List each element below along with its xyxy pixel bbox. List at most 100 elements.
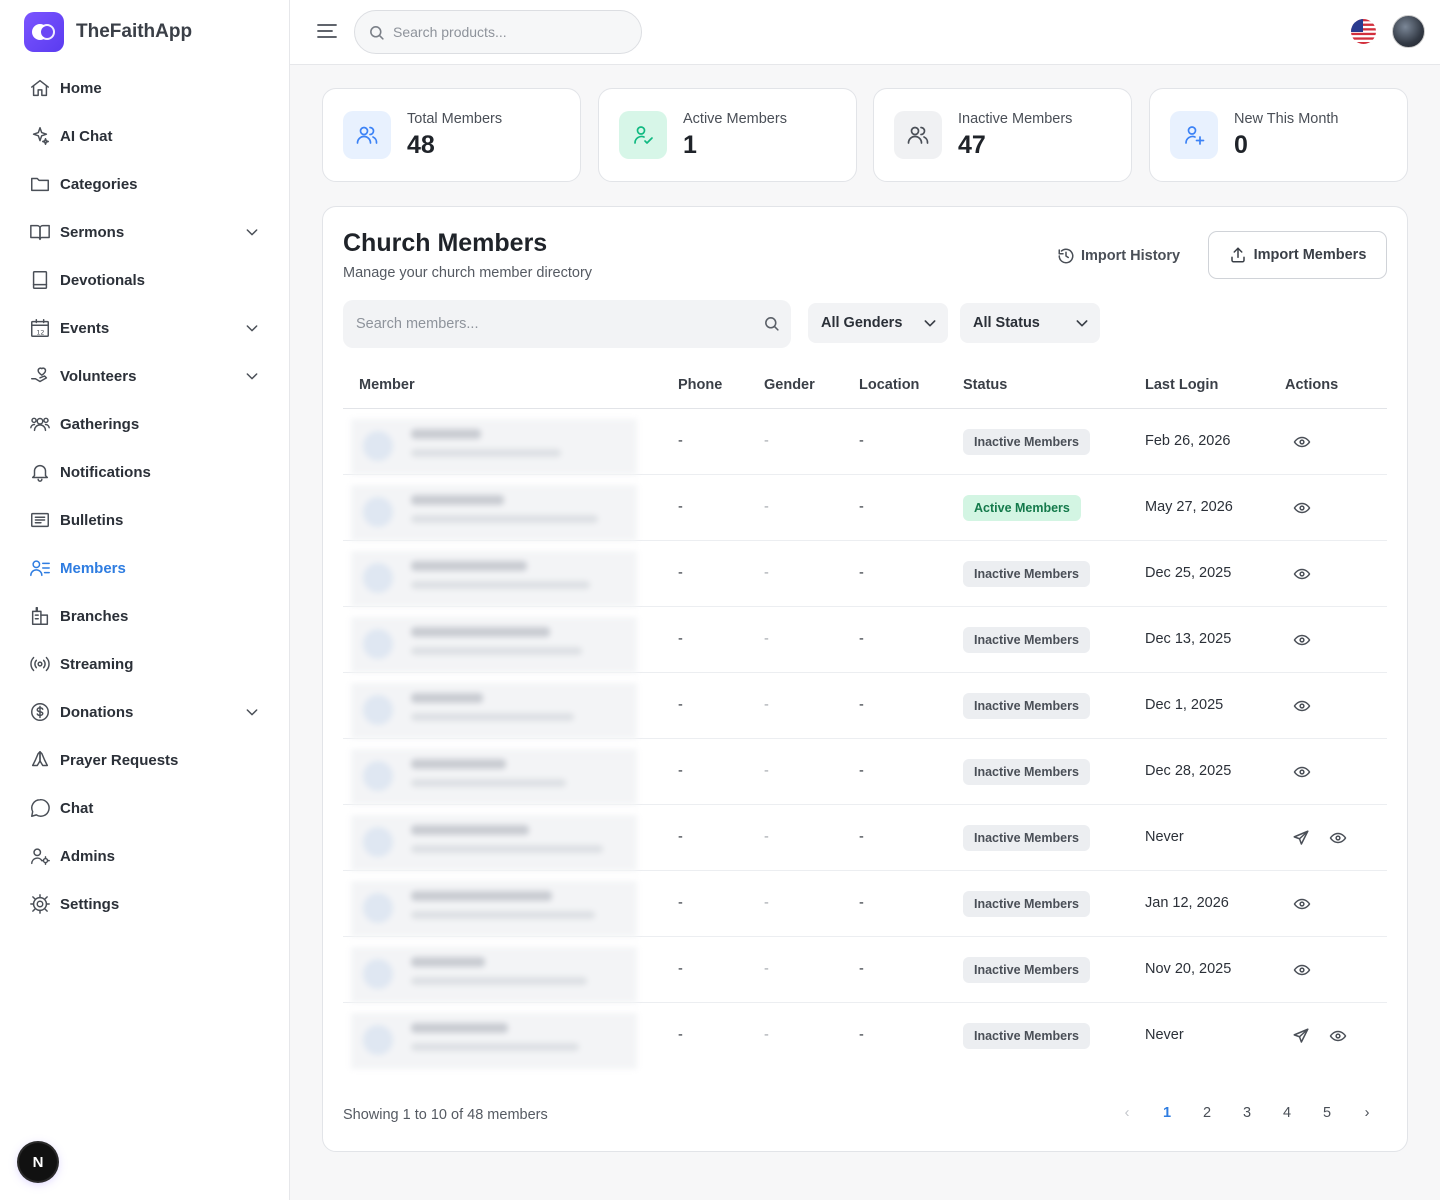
column-header-location[interactable]: Location: [859, 377, 919, 393]
dev-tools-badge[interactable]: N: [19, 1143, 57, 1181]
member-email-redacted: [411, 845, 603, 853]
sidebar-item-chat[interactable]: Chat: [16, 784, 274, 832]
sidebar-item-devotionals[interactable]: Devotionals: [16, 256, 274, 304]
sidebar-item-categories[interactable]: Categories: [16, 160, 274, 208]
member-name-redacted: [411, 891, 552, 901]
sidebar-item-label: Volunteers: [60, 367, 137, 385]
sidebar-item-donations[interactable]: Donations: [16, 688, 274, 736]
user-avatar[interactable]: [1392, 15, 1425, 48]
table-row[interactable]: - - - Inactive Members Feb 26, 2026: [343, 409, 1387, 475]
view-eye-icon[interactable]: [1293, 961, 1311, 979]
sidebar-item-notifications[interactable]: Notifications: [16, 448, 274, 496]
pagination-prev-button[interactable]: ‹: [1112, 1105, 1142, 1121]
status-filter-select[interactable]: All Status: [960, 303, 1100, 343]
gender-filter-select[interactable]: All Genders: [808, 303, 948, 343]
chevron-down-icon[interactable]: [244, 224, 260, 240]
sidebar-item-streaming[interactable]: Streaming: [16, 640, 274, 688]
sidebar-item-admins[interactable]: Admins: [16, 832, 274, 880]
product-search-input[interactable]: [393, 24, 623, 40]
member-search[interactable]: [343, 300, 791, 348]
column-header-status[interactable]: Status: [963, 377, 1007, 393]
sidebar-item-events[interactable]: 12 Events: [16, 304, 274, 352]
member-name-redacted: [411, 561, 527, 571]
table-row[interactable]: - - - Inactive Members Dec 13, 2025: [343, 607, 1387, 673]
table-row[interactable]: - - - Inactive Members Nov 20, 2025: [343, 937, 1387, 1003]
column-header-last-login[interactable]: Last Login: [1145, 377, 1218, 393]
member-cell-redacted[interactable]: [351, 683, 637, 739]
import-members-button[interactable]: Import Members: [1208, 231, 1387, 279]
table-row[interactable]: - - - Inactive Members Never: [343, 1003, 1387, 1069]
member-search-input[interactable]: [356, 316, 746, 332]
view-eye-icon[interactable]: [1293, 763, 1311, 781]
status-badge: Inactive Members: [963, 561, 1090, 587]
member-cell-redacted[interactable]: [351, 947, 637, 1003]
gear-icon: [28, 892, 52, 916]
chevron-down-icon[interactable]: [244, 320, 260, 336]
column-header-phone[interactable]: Phone: [678, 377, 722, 393]
sidebar-item-gatherings[interactable]: Gatherings: [16, 400, 274, 448]
chevron-down-icon[interactable]: [244, 704, 260, 720]
location-cell: -: [859, 631, 864, 647]
send-invite-icon[interactable]: [1292, 1027, 1310, 1045]
member-cell-redacted[interactable]: [351, 485, 637, 541]
view-eye-icon[interactable]: [1293, 499, 1311, 517]
members-table-body: - - - Inactive Members Feb 26, 2026 - - - Active…: [343, 409, 1387, 1069]
pagination-page-4[interactable]: 4: [1272, 1105, 1302, 1121]
member-avatar: [363, 959, 393, 989]
member-cell-redacted[interactable]: [351, 419, 637, 475]
sidebar-item-branches[interactable]: Branches: [16, 592, 274, 640]
view-eye-icon[interactable]: [1293, 631, 1311, 649]
sidebar-item-ai-chat[interactable]: AI Chat: [16, 112, 274, 160]
home-icon: [28, 76, 52, 100]
view-eye-icon[interactable]: [1329, 829, 1347, 847]
pagination-page-5[interactable]: 5: [1312, 1105, 1342, 1121]
view-eye-icon[interactable]: [1293, 433, 1311, 451]
pagination-page-3[interactable]: 3: [1232, 1105, 1262, 1121]
column-header-member[interactable]: Member: [359, 377, 415, 393]
sidebar-nav: Home AI Chat Categories Sermons Devotionals 1…: [16, 64, 274, 928]
column-header-gender[interactable]: Gender: [764, 377, 815, 393]
gender-filter-value: All Genders: [821, 315, 903, 331]
member-cell-redacted[interactable]: [351, 815, 637, 871]
phone-cell: -: [678, 697, 683, 713]
table-row[interactable]: - - - Inactive Members Jan 12, 2026: [343, 871, 1387, 937]
pagination-page-2[interactable]: 2: [1192, 1105, 1222, 1121]
member-cell-redacted[interactable]: [351, 749, 637, 805]
table-row[interactable]: - - - Active Members May 27, 2026: [343, 475, 1387, 541]
sidebar-item-prayer-requests[interactable]: Prayer Requests: [16, 736, 274, 784]
sidebar-item-label: Streaming: [60, 655, 134, 673]
sidebar-item-volunteers[interactable]: Volunteers: [16, 352, 274, 400]
view-eye-icon[interactable]: [1293, 697, 1311, 715]
search-icon[interactable]: [763, 315, 780, 332]
sidebar-item-home[interactable]: Home: [16, 64, 274, 112]
pagination-next-button[interactable]: ›: [1352, 1105, 1382, 1121]
import-history-button[interactable]: Import History: [1057, 244, 1180, 268]
view-eye-icon[interactable]: [1293, 565, 1311, 583]
member-cell-redacted[interactable]: [351, 1013, 637, 1069]
view-eye-icon[interactable]: [1329, 1027, 1347, 1045]
sidebar-item-bulletins[interactable]: Bulletins: [16, 496, 274, 544]
users-icon: [343, 111, 391, 159]
menu-toggle-icon[interactable]: [316, 20, 338, 42]
send-invite-icon[interactable]: [1292, 829, 1310, 847]
location-cell: -: [859, 961, 864, 977]
sidebar-item-sermons[interactable]: Sermons: [16, 208, 274, 256]
us-flag-icon[interactable]: [1351, 19, 1376, 44]
sidebar-item-settings[interactable]: Settings: [16, 880, 274, 928]
chevron-down-icon[interactable]: [244, 368, 260, 384]
brand[interactable]: TheFaithApp: [24, 12, 192, 52]
view-eye-icon[interactable]: [1293, 895, 1311, 913]
table-row[interactable]: - - - Inactive Members Dec 1, 2025: [343, 673, 1387, 739]
table-row[interactable]: - - - Inactive Members Dec 25, 2025: [343, 541, 1387, 607]
sidebar-item-members[interactable]: Members: [16, 544, 274, 592]
gender-cell: -: [764, 763, 769, 779]
pagination-page-1[interactable]: 1: [1152, 1105, 1182, 1121]
product-search[interactable]: [354, 10, 642, 54]
table-row[interactable]: - - - Inactive Members Never: [343, 805, 1387, 871]
svg-text:12: 12: [36, 328, 44, 336]
member-cell-redacted[interactable]: [351, 617, 637, 673]
table-row[interactable]: - - - Inactive Members Dec 28, 2025: [343, 739, 1387, 805]
member-cell-redacted[interactable]: [351, 551, 637, 607]
column-header-actions[interactable]: Actions: [1285, 377, 1338, 393]
member-cell-redacted[interactable]: [351, 881, 637, 937]
